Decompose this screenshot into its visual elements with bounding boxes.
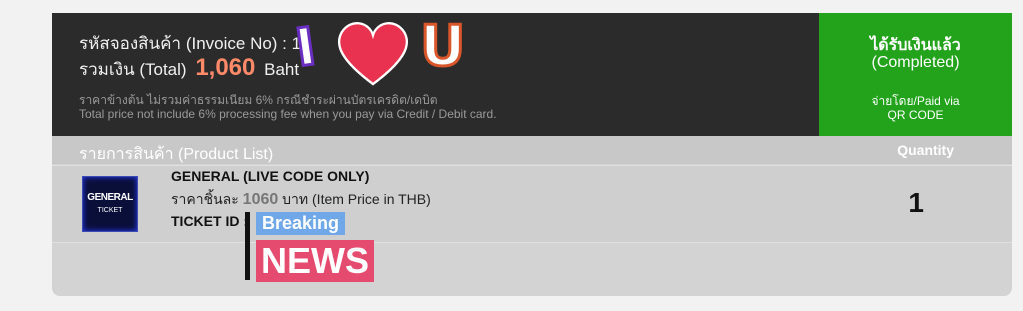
- thumbnail-title: GENERAL: [87, 192, 133, 203]
- ticket-id-label: TICKET ID :: [171, 213, 248, 229]
- invoice-card: รหัสจองสินค้า (Invoice No) : 13 รวมเงิน …: [52, 13, 1012, 296]
- price-prefix: ราคาชิ้นละ: [171, 191, 239, 207]
- price-value: 1060: [242, 191, 279, 208]
- invoice-number-line: รหัสจองสินค้า (Invoice No) : 13: [79, 30, 311, 57]
- product-list-header: รายการสินค้า (Product List) Quantity: [52, 136, 1012, 164]
- payment-method: QR CODE: [887, 108, 944, 122]
- table-row: GENERAL TICKET GENERAL (LIVE CODE ONLY) …: [52, 165, 1012, 243]
- product-thumbnail: GENERAL TICKET: [82, 176, 138, 232]
- quantity-header: Quantity: [897, 142, 954, 158]
- fee-note-english: Total price not include 6% processing fe…: [79, 107, 497, 121]
- product-list-title: รายการสินค้า (Product List): [79, 146, 274, 163]
- news-label: NEWS: [256, 240, 374, 282]
- total-amount: 1,060: [195, 54, 256, 81]
- total-currency: Baht: [264, 60, 300, 79]
- sticker-letter-u: U: [418, 13, 467, 81]
- breaking-label: Breaking: [256, 212, 346, 235]
- product-name: GENERAL (LIVE CODE ONLY): [171, 168, 370, 184]
- product-price-line: ราคาชิ้นละ 1060 บาท (Item Price in THB): [171, 189, 431, 211]
- status-english: (Completed): [871, 54, 960, 71]
- price-suffix: บาท (Item Price in THB): [282, 191, 431, 207]
- payment-status-panel: ได้รับเงินแล้ว (Completed) จ่ายโดย/Paid …: [819, 13, 1012, 136]
- total-line: รวมเงิน (Total) 1,060 Baht: [79, 54, 299, 83]
- quantity-value: 1: [908, 187, 924, 218]
- total-label: รวมเงิน (Total): [79, 60, 187, 79]
- invoice-label: รหัสจองสินค้า (Invoice No) :: [79, 34, 292, 53]
- heart-icon: [337, 22, 409, 86]
- thumbnail-subtitle: TICKET: [97, 207, 123, 214]
- breaking-news-bar: [245, 212, 250, 280]
